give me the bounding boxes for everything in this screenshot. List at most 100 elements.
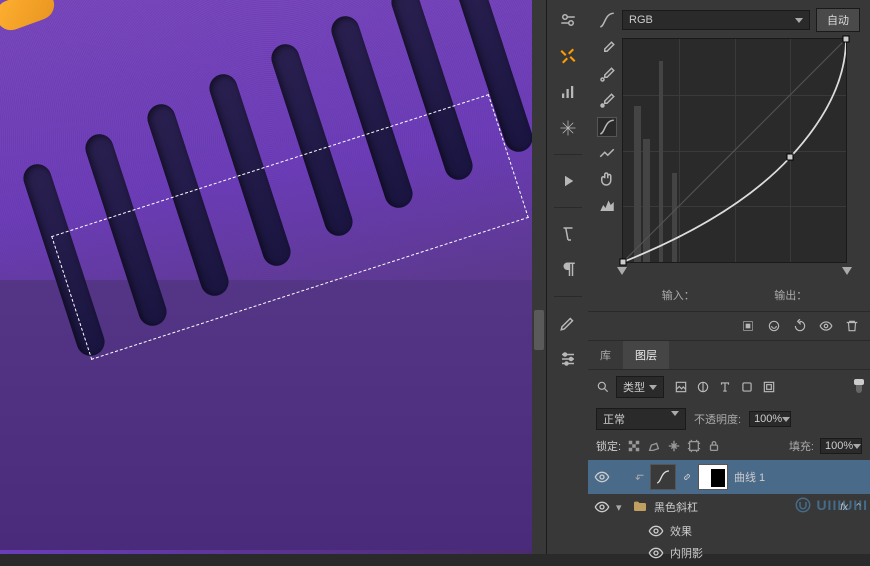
clip-to-layer-icon[interactable]	[740, 318, 756, 334]
layers-tabs: 库 图层	[588, 341, 870, 370]
search-icon[interactable]	[596, 380, 610, 394]
sparkle-icon[interactable]	[556, 116, 580, 140]
lock-artboard-icon[interactable]	[687, 439, 701, 453]
fx-chevron-icon[interactable]: ⌃	[854, 501, 864, 514]
visibility-toggle-icon[interactable]	[594, 499, 610, 515]
eyedropper-gray-icon[interactable]	[598, 66, 616, 84]
hand-tool-icon[interactable]	[598, 170, 616, 188]
tab-library[interactable]: 库	[588, 341, 623, 369]
blend-mode-dropdown[interactable]: 正常	[596, 408, 686, 430]
effect-name: 内阴影	[670, 545, 864, 561]
curve-control-point[interactable]	[787, 154, 794, 161]
twisty-expanded-icon[interactable]: ▾	[616, 501, 626, 514]
fill-label: 填充:	[789, 438, 814, 454]
right-panel-stack: RGB 自动	[588, 0, 870, 554]
output-label: 输出：	[774, 287, 807, 303]
fill-input[interactable]: 100%	[820, 438, 862, 454]
curves-preset-icon[interactable]	[598, 11, 616, 29]
scrollbar-thumb[interactable]	[534, 310, 544, 350]
filter-pixel-icon[interactable]	[674, 380, 688, 394]
layer-mask-thumb[interactable]	[698, 464, 728, 490]
lock-position-icon[interactable]	[667, 439, 681, 453]
eyedropper-white-icon[interactable]	[598, 92, 616, 110]
layer-curves-adjustment[interactable]: ↳ 曲线 1	[588, 460, 870, 494]
filter-type-icon[interactable]	[718, 380, 732, 394]
visibility-toggle-icon[interactable]	[648, 523, 664, 539]
lock-fill-row: 锁定: 填充: 100%	[588, 434, 870, 458]
layer-effects-header[interactable]: 效果	[588, 520, 870, 542]
canvas-viewport[interactable]	[0, 0, 546, 554]
input-label: 输入：	[662, 287, 695, 303]
filter-smart-icon[interactable]	[762, 380, 776, 394]
crossed-brushes-icon[interactable]	[556, 44, 580, 68]
input-range-slider[interactable]	[622, 267, 847, 279]
levels-icon[interactable]	[556, 80, 580, 104]
visibility-icon[interactable]	[818, 318, 834, 334]
chevron-down-icon	[671, 411, 679, 416]
opacity-value: 100%	[754, 413, 782, 425]
curves-panel: RGB 自动	[588, 0, 870, 312]
type-icon[interactable]	[556, 222, 580, 246]
lock-pixels-icon[interactable]	[647, 439, 661, 453]
chevron-down-icon	[795, 18, 803, 23]
sliders-icon[interactable]	[556, 347, 580, 371]
layer-tree: ↳ 曲线 1 ▾ 黑色斜杠 fx ⌃ 效果	[588, 458, 870, 566]
filter-type-dropdown[interactable]: 类型	[616, 376, 664, 398]
reset-icon[interactable]	[792, 318, 808, 334]
blend-opacity-row: 正常 不透明度: 100%	[588, 404, 870, 434]
chevron-down-icon	[649, 385, 657, 390]
layer-name[interactable]: 黑色斜杠	[654, 499, 834, 515]
tab-layers[interactable]: 图层	[623, 341, 669, 369]
curve-point-tool-icon[interactable]	[598, 118, 616, 136]
curves-graph[interactable]	[622, 38, 847, 263]
pen-options-icon[interactable]	[556, 311, 580, 335]
curve-control-point[interactable]	[843, 36, 850, 43]
opacity-input[interactable]: 100%	[749, 411, 791, 427]
layer-effect-inner-shadow[interactable]: 内阴影	[588, 542, 870, 564]
auto-button[interactable]: 自动	[816, 8, 860, 32]
layer-name[interactable]: 曲线 1	[734, 469, 864, 485]
filter-adjustment-icon[interactable]	[696, 380, 710, 394]
channel-dropdown[interactable]: RGB	[622, 10, 810, 30]
canvas-scrollbar-vertical[interactable]	[532, 0, 546, 554]
curve-control-point[interactable]	[620, 259, 627, 266]
effects-label: 效果	[670, 523, 864, 539]
visibility-toggle-icon[interactable]	[648, 545, 664, 561]
view-previous-icon[interactable]	[766, 318, 782, 334]
toolbar-separator	[554, 207, 582, 208]
folder-icon	[632, 500, 648, 514]
trash-icon[interactable]	[844, 318, 860, 334]
eyedropper-black-icon[interactable]	[598, 40, 616, 58]
fx-badge[interactable]: fx	[840, 502, 848, 513]
layer-filter-row: 类型	[588, 370, 870, 404]
curves-adjustment-thumb	[650, 464, 676, 490]
lock-transparency-icon[interactable]	[627, 439, 641, 453]
brush-settings-icon[interactable]	[556, 8, 580, 32]
filter-type-label: 类型	[623, 379, 645, 395]
paragraph-icon[interactable]	[556, 258, 580, 282]
curve-line	[623, 39, 846, 262]
slider-handle-white[interactable]	[842, 267, 852, 275]
layer-group[interactable]: ▾ 黑色斜杠 fx ⌃	[588, 494, 870, 520]
opacity-label: 不透明度:	[694, 411, 741, 427]
histogram-toggle-icon[interactable]	[598, 196, 616, 214]
clipping-mask-icon: ↳	[633, 472, 646, 482]
lock-label: 锁定:	[596, 438, 621, 454]
filter-toggle-switch[interactable]	[856, 381, 862, 393]
filter-shape-icon[interactable]	[740, 380, 754, 394]
visibility-toggle-icon[interactable]	[594, 469, 610, 485]
lock-all-icon[interactable]	[707, 439, 721, 453]
channel-dropdown-value: RGB	[629, 14, 653, 26]
blend-mode-value: 正常	[603, 411, 625, 427]
adjustments-footer	[588, 312, 870, 341]
canvas-content	[0, 0, 546, 554]
fill-value: 100%	[825, 440, 853, 452]
link-icon[interactable]	[682, 472, 692, 482]
chevron-down-icon	[853, 444, 861, 449]
slider-handle-black[interactable]	[617, 267, 627, 275]
layers-panel: 库 图层 类型 正常 不透明度:	[588, 341, 870, 566]
curve-draw-tool-icon[interactable]	[598, 144, 616, 162]
play-icon[interactable]	[556, 169, 580, 193]
toolbar-separator	[554, 296, 582, 297]
curves-tools-column	[598, 38, 616, 263]
